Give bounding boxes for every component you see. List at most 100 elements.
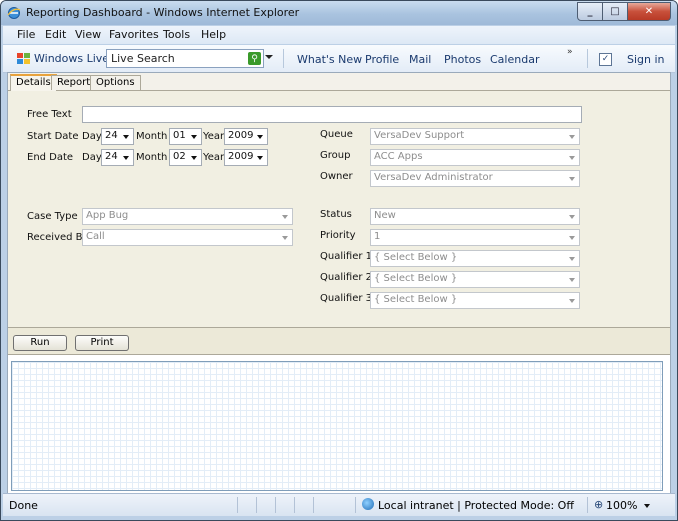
chevron-down-icon — [569, 156, 575, 160]
start-day-value: 24 — [105, 130, 118, 141]
free-text-label: Free Text — [27, 109, 72, 120]
end-day-value: 24 — [105, 151, 118, 162]
priority-value: 1 — [374, 231, 381, 242]
security-zone-text[interactable]: Local intranet | Protected Mode: Off — [378, 499, 574, 512]
windows-live-logo-icon — [17, 53, 30, 64]
qualifier-1-value: { Select Below } — [374, 252, 458, 263]
report-output-area[interactable] — [11, 361, 663, 491]
menu-file[interactable]: File — [17, 28, 35, 41]
tab-options[interactable]: Options — [90, 75, 141, 90]
browser-window: Reporting Dashboard - Windows Internet E… — [0, 0, 678, 521]
menu-view[interactable]: View — [75, 28, 101, 41]
zoom-magnifier-icon: ⊕ — [594, 498, 604, 511]
chevron-down-icon — [569, 135, 575, 139]
photos-link[interactable]: Photos — [444, 53, 481, 66]
owner-select[interactable]: VersaDev Administrator — [370, 170, 580, 187]
start-year-select[interactable]: 2009 — [224, 128, 268, 145]
chevron-down-icon — [569, 236, 575, 240]
start-year-value: 2009 — [228, 130, 254, 141]
menu-tools[interactable]: Tools — [163, 28, 190, 41]
minimize-button[interactable]: _ — [577, 2, 603, 21]
more-chevron-icon[interactable]: » — [567, 47, 573, 57]
end-year-label: Year — [203, 152, 225, 163]
menu-bar: File Edit View Favorites Tools Help — [3, 26, 675, 44]
close-button[interactable]: ✕ — [628, 2, 671, 21]
case-type-label: Case Type — [27, 211, 78, 222]
case-type-select[interactable]: App Bug — [82, 208, 293, 225]
run-button[interactable]: Run — [13, 335, 67, 351]
zoom-dropdown-icon[interactable] — [644, 504, 650, 508]
live-search-placeholder: Live Search — [111, 52, 175, 65]
chevron-down-icon — [569, 257, 575, 261]
calendar-link[interactable]: Calendar — [490, 53, 539, 66]
chevron-down-icon — [282, 215, 288, 219]
menu-favorites[interactable]: Favorites — [109, 28, 159, 41]
start-month-label: Month — [136, 131, 168, 142]
minimize-icon: _ — [587, 6, 593, 17]
group-select[interactable]: ACC Apps — [370, 149, 580, 166]
sign-in-link[interactable]: Sign in — [627, 53, 665, 66]
status-separator — [237, 497, 238, 513]
received-by-select[interactable]: Call — [82, 229, 293, 246]
print-button[interactable]: Print — [75, 335, 129, 351]
live-search-input[interactable]: Live Search ⚲ — [106, 49, 264, 68]
search-icon[interactable]: ⚲ — [248, 52, 261, 65]
tab-details[interactable]: Details — [10, 74, 57, 92]
start-month-select[interactable]: 01 — [169, 128, 202, 145]
page-content: Details Report Options Free Text Start D… — [7, 72, 671, 495]
whats-new-link[interactable]: What's New — [297, 53, 362, 66]
status-label: Status — [320, 209, 352, 220]
end-month-value: 02 — [173, 151, 186, 162]
start-year-label: Year — [203, 131, 225, 142]
qualifier-2-value: { Select Below } — [374, 273, 458, 284]
action-bar: Run Print — [8, 328, 670, 355]
details-panel: Free Text Start Date Day 24 Month 01 Yea… — [8, 91, 670, 328]
end-day-select[interactable]: 24 — [101, 149, 134, 166]
qualifier-2-label: Qualifier 2 — [320, 272, 372, 283]
end-month-select[interactable]: 02 — [169, 149, 202, 166]
status-separator — [355, 497, 356, 513]
maximize-icon: □ — [610, 6, 620, 17]
close-icon: ✕ — [644, 6, 654, 17]
group-value: ACC Apps — [374, 151, 423, 162]
profile-link[interactable]: Profile — [365, 53, 399, 66]
end-year-value: 2009 — [228, 151, 254, 162]
windows-live-brand[interactable]: Windows Live — [34, 52, 109, 65]
qualifier-2-select[interactable]: { Select Below } — [370, 271, 580, 288]
priority-select[interactable]: 1 — [370, 229, 580, 246]
end-day-label: Day — [82, 152, 102, 163]
status-separator — [313, 497, 314, 513]
start-month-value: 01 — [173, 130, 186, 141]
menu-help[interactable]: Help — [201, 28, 226, 41]
chevron-down-icon — [191, 135, 197, 139]
chevron-down-icon — [569, 215, 575, 219]
status-select[interactable]: New — [370, 208, 580, 225]
qualifier-1-label: Qualifier 1 — [320, 251, 372, 262]
menu-edit[interactable]: Edit — [45, 28, 66, 41]
chevron-down-icon — [569, 278, 575, 282]
queue-select[interactable]: VersaDev Support — [370, 128, 580, 145]
search-options-dropdown-icon[interactable] — [265, 55, 273, 59]
qualifier-1-select[interactable]: { Select Below } — [370, 250, 580, 267]
mail-link[interactable]: Mail — [409, 53, 431, 66]
case-type-value: App Bug — [86, 210, 129, 221]
end-date-label: End Date — [27, 152, 74, 163]
status-separator — [256, 497, 257, 513]
chevron-down-icon — [257, 156, 263, 160]
checkbox-icon[interactable]: ✓ — [599, 53, 612, 66]
zoom-level[interactable]: 100% — [606, 499, 637, 512]
status-bar: Done Local intranet | Protected Mode: Of… — [3, 493, 675, 516]
free-text-input[interactable] — [82, 106, 582, 123]
qualifier-3-select[interactable]: { Select Below } — [370, 292, 580, 309]
queue-value: VersaDev Support — [374, 130, 465, 141]
local-intranet-globe-icon — [362, 498, 374, 510]
end-month-label: Month — [136, 152, 168, 163]
windows-live-toolbar: Windows Live Live Search ⚲ What's New Pr… — [3, 45, 675, 73]
queue-label: Queue — [320, 129, 353, 140]
title-bar: Reporting Dashboard - Windows Internet E… — [1, 1, 677, 25]
start-day-select[interactable]: 24 — [101, 128, 134, 145]
group-label: Group — [320, 150, 351, 161]
end-year-select[interactable]: 2009 — [224, 149, 268, 166]
maximize-button[interactable]: □ — [603, 2, 628, 21]
toolbar-separator — [283, 49, 284, 68]
